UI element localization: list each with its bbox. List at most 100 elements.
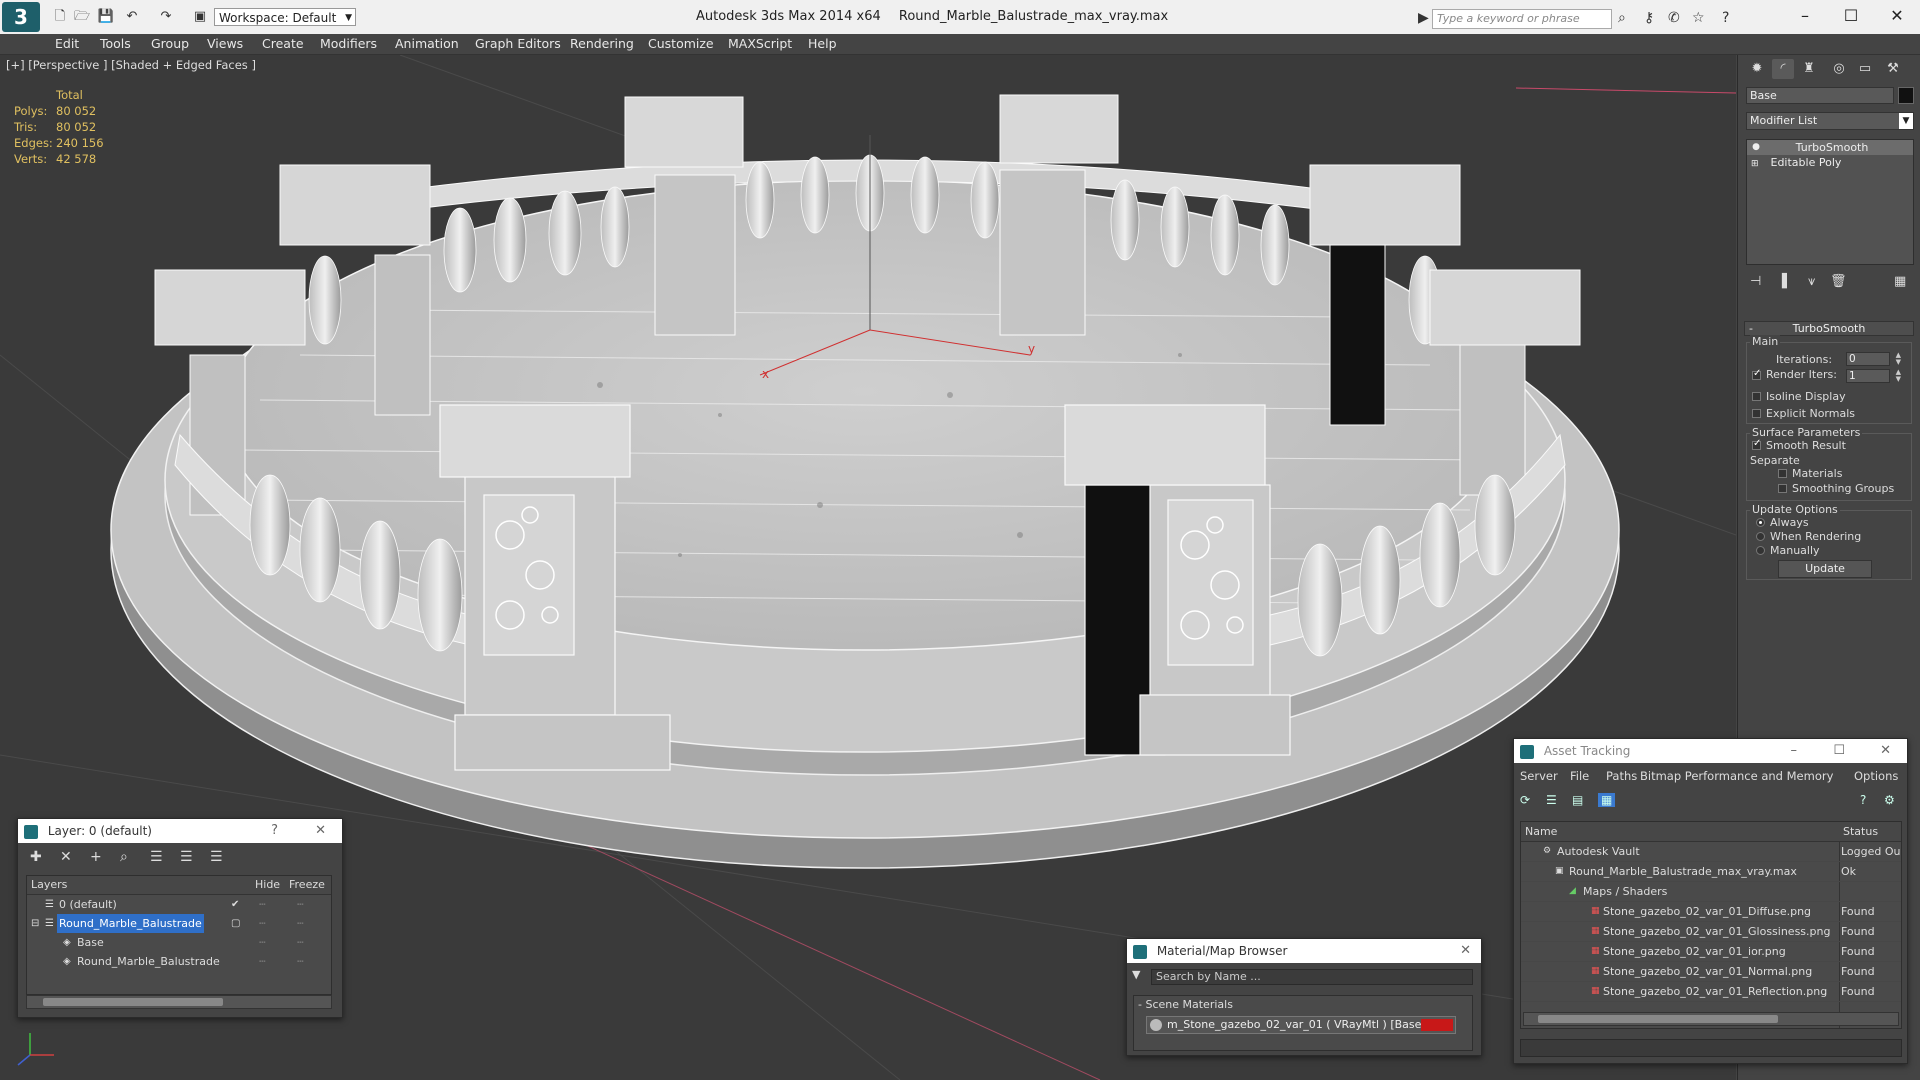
display-tab-icon[interactable]: ▭: [1854, 59, 1876, 79]
asset-row[interactable]: ▦ Stone_gazebo_02_var_01_Glossiness.png …: [1521, 922, 1901, 942]
detail-view-icon[interactable]: ▤: [1572, 793, 1583, 807]
asset-horizontal-scrollbar[interactable]: [1523, 1012, 1899, 1026]
close-icon[interactable]: ✕: [1882, 6, 1912, 25]
smooth-result-checkbox[interactable]: [1752, 438, 1761, 450]
app-logo-button[interactable]: 3: [2, 2, 40, 32]
pin-stack-icon[interactable]: ⊣: [1750, 274, 1761, 289]
delete-layer-icon[interactable]: ✕: [60, 849, 72, 865]
render-iters-checkbox[interactable]: [1752, 368, 1761, 380]
create-layer-icon[interactable]: ✚: [30, 849, 42, 865]
lightbulb-icon[interactable]: ●: [1751, 140, 1761, 155]
update-button[interactable]: Update: [1778, 560, 1872, 578]
col-layers[interactable]: Layers: [31, 876, 67, 894]
freeze-all-icon[interactable]: ☰: [210, 849, 223, 865]
viewport-label[interactable]: [+] [Perspective ] [Shaded + Edged Faces…: [6, 58, 256, 72]
asset-tracking-titlebar[interactable]: Asset Tracking – ☐ ✕: [1514, 739, 1907, 763]
show-end-result-icon[interactable]: ▌: [1782, 274, 1792, 289]
menu-views[interactable]: Views: [207, 36, 243, 51]
separate-materials-checkbox[interactable]: [1778, 469, 1787, 478]
material-browser-titlebar[interactable]: Material/Map Browser ✕: [1127, 939, 1481, 963]
menu-customize[interactable]: Customize: [648, 36, 714, 51]
refresh-icon[interactable]: ⟳: [1520, 793, 1530, 807]
favorites-star-icon[interactable]: ☆: [1692, 10, 1705, 26]
expand-search-icon[interactable]: ▶: [1418, 10, 1429, 26]
help-icon[interactable]: ?: [1860, 793, 1866, 807]
asset-menu-bitmap-performance[interactable]: Bitmap Performance and Memory: [1640, 769, 1833, 783]
subscription-icon[interactable]: ⚷: [1644, 10, 1654, 26]
make-unique-icon[interactable]: ⩛: [1808, 274, 1815, 289]
motion-tab-icon[interactable]: ◎: [1828, 59, 1850, 79]
expand-plus-icon[interactable]: ⊞: [1751, 157, 1761, 172]
turbosmooth-rollout-header[interactable]: - TurboSmooth: [1744, 321, 1914, 336]
menu-help[interactable]: Help: [808, 36, 837, 51]
material-search-input[interactable]: Search by Name ...: [1151, 969, 1473, 985]
select-in-layer-icon[interactable]: ⌕: [120, 849, 128, 865]
menu-create[interactable]: Create: [262, 36, 304, 51]
asset-menu-options[interactable]: Options: [1854, 769, 1898, 783]
menu-group[interactable]: Group: [151, 36, 189, 51]
layer-horizontal-scrollbar[interactable]: [26, 995, 332, 1009]
stack-item-editable-poly[interactable]: ⊞ Editable Poly: [1747, 155, 1913, 170]
object-color-swatch[interactable]: [1898, 87, 1914, 104]
search-input[interactable]: Type a keyword or phrase: [1432, 9, 1612, 29]
object-name-field[interactable]: Base: [1746, 87, 1894, 104]
close-icon[interactable]: ✕: [1880, 739, 1891, 763]
render-iters-spinner[interactable]: 1 ▲ ▼: [1846, 369, 1901, 383]
asset-menu-paths[interactable]: Paths: [1606, 769, 1637, 783]
col-hide[interactable]: Hide: [255, 876, 280, 894]
asset-menu-server[interactable]: Server: [1520, 769, 1558, 783]
isoline-display-checkbox[interactable]: [1752, 392, 1761, 401]
layer-object-row[interactable]: ◈ Base ┄ ┄: [27, 933, 331, 952]
asset-row[interactable]: ▦ Stone_gazebo_02_var_01_Reflection.png …: [1521, 982, 1901, 1002]
highlight-selected-icon[interactable]: ☰: [150, 849, 163, 865]
minimize-icon[interactable]: –: [1790, 6, 1820, 25]
minimize-icon[interactable]: –: [1791, 739, 1798, 763]
stack-item-turbosmooth[interactable]: ● TurboSmooth: [1747, 140, 1913, 155]
add-to-layer-icon[interactable]: +: [90, 849, 102, 865]
new-file-icon[interactable]: 🗋: [50, 8, 70, 26]
explicit-normals-checkbox[interactable]: [1752, 409, 1761, 418]
undo-icon[interactable]: ↶: [122, 8, 142, 26]
material-item[interactable]: m_Stone_gazebo_02_var_01 ( VRayMtl ) [Ba…: [1146, 1016, 1456, 1034]
menu-rendering[interactable]: Rendering: [570, 36, 634, 51]
vault-settings-icon[interactable]: ⚙: [1884, 793, 1895, 807]
asset-row[interactable]: ⚙ Autodesk Vault Logged Ou: [1521, 842, 1901, 862]
scene-materials-section[interactable]: - Scene Materials: [1138, 998, 1233, 1011]
project-folder-icon[interactable]: ▣: [190, 8, 210, 26]
asset-row[interactable]: ▦ Stone_gazebo_02_var_01_ior.png Found: [1521, 942, 1901, 962]
col-status[interactable]: Status: [1843, 822, 1878, 841]
help-icon[interactable]: ?: [1722, 10, 1729, 26]
separate-smoothing-groups-checkbox[interactable]: [1778, 484, 1787, 493]
update-always-radio[interactable]: [1756, 518, 1765, 527]
communication-icon[interactable]: ✆: [1668, 10, 1680, 26]
asset-menu-file[interactable]: File: [1570, 769, 1589, 783]
set-current-icon[interactable]: ▢: [231, 914, 240, 933]
modify-tab-icon[interactable]: ◜: [1772, 59, 1794, 79]
maximize-icon[interactable]: ☐: [1836, 6, 1866, 25]
menu-modifiers[interactable]: Modifiers: [320, 36, 377, 51]
save-icon[interactable]: 💾: [96, 8, 116, 26]
table-view-icon[interactable]: ▦: [1598, 793, 1616, 807]
browser-options-icon[interactable]: ▼: [1132, 968, 1140, 981]
col-freeze[interactable]: Freeze: [289, 876, 325, 894]
layer-row[interactable]: ⊟ ☰ Round_Marble_Balustrade ▢ ┄ ┄: [27, 914, 331, 933]
remove-modifier-icon[interactable]: 🗑: [1830, 274, 1847, 289]
hide-all-icon[interactable]: ☰: [180, 849, 193, 865]
menu-maxscript[interactable]: MAXScript: [728, 36, 792, 51]
maximize-icon[interactable]: ☐: [1833, 739, 1845, 763]
binoculars-icon[interactable]: ⌕: [1618, 10, 1626, 26]
workspace-dropdown[interactable]: Workspace: Default ▼: [214, 8, 356, 26]
iterations-spinner[interactable]: 0 ▲ ▼: [1846, 352, 1901, 366]
hierarchy-tab-icon[interactable]: ♜: [1798, 59, 1820, 79]
layer-object-row[interactable]: ◈ Round_Marble_Balustrade ┄ ┄: [27, 952, 331, 971]
modifier-list-dropdown[interactable]: Modifier List ▼: [1746, 112, 1914, 130]
collapse-icon[interactable]: ⊟: [31, 914, 39, 933]
layer-row[interactable]: ☰ 0 (default) ✔ ┄ ┄: [27, 895, 331, 914]
asset-row[interactable]: ◢ Maps / Shaders: [1521, 882, 1901, 902]
configure-sets-icon[interactable]: ▦: [1894, 274, 1906, 289]
asset-row[interactable]: ▦ Stone_gazebo_02_var_01_Diffuse.png Fou…: [1521, 902, 1901, 922]
list-view-icon[interactable]: ☰: [1546, 793, 1557, 807]
update-manually-radio[interactable]: [1756, 546, 1765, 555]
col-name[interactable]: Name: [1525, 822, 1557, 841]
active-check-icon[interactable]: ✔: [231, 895, 239, 914]
